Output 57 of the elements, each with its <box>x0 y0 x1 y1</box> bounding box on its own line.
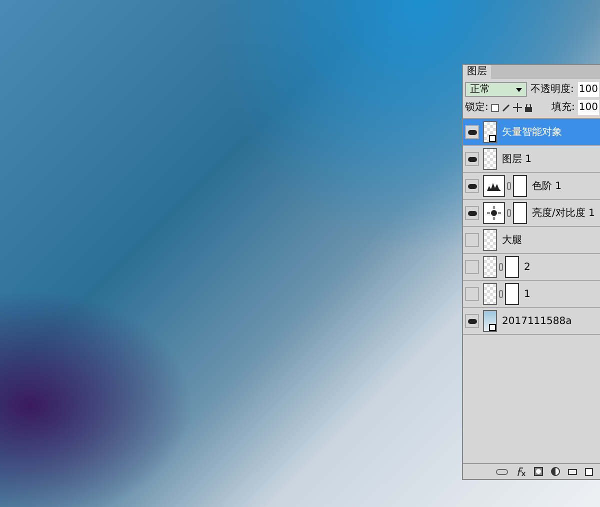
visibility-toggle[interactable] <box>465 260 479 274</box>
mask-thumbnail <box>513 202 527 224</box>
link-icon <box>507 182 511 190</box>
opacity-label: 不透明度: <box>530 82 574 97</box>
lock-transparency-icon[interactable] <box>491 104 500 112</box>
layer-thumbnail <box>483 283 497 305</box>
smart-object-icon <box>489 324 496 331</box>
mask-thumbnail <box>505 256 519 278</box>
brush-icon[interactable] <box>502 104 510 112</box>
smart-object-icon <box>489 135 496 142</box>
layer-name: 1 <box>524 288 530 302</box>
mask-icon[interactable] <box>534 467 543 476</box>
new-layer-icon[interactable] <box>585 468 593 476</box>
layer-name: 色阶 1 <box>532 180 562 194</box>
layer-name: 矢量智能对象 <box>502 126 562 140</box>
layer-row[interactable]: 2017111588a <box>463 308 600 335</box>
lock-icon[interactable] <box>525 104 532 112</box>
blend-mode-dropdown[interactable]: 正常 <box>465 82 527 97</box>
opacity-field[interactable]: 100 <box>578 82 599 97</box>
histogram-icon <box>483 175 505 197</box>
visibility-toggle[interactable] <box>465 233 479 247</box>
layer-row[interactable]: 图层 1 <box>463 146 600 173</box>
layer-row[interactable]: 1 <box>463 281 600 308</box>
adjustment-icon[interactable] <box>551 467 560 476</box>
dropdown-caret-icon <box>516 88 522 92</box>
layer-name: 亮度/对比度 1 <box>532 206 595 220</box>
sun-icon <box>483 202 505 224</box>
fill-field[interactable]: 100 <box>578 100 599 115</box>
eye-icon[interactable] <box>465 179 479 193</box>
link-icon[interactable] <box>496 468 508 474</box>
layer-name: 2017111588a <box>502 314 572 328</box>
layer-thumbnail <box>483 229 497 251</box>
lock-label: 锁定: <box>465 100 488 115</box>
fill-label: 填充: <box>552 100 575 115</box>
layer-thumbnail <box>483 256 497 278</box>
layer-row[interactable]: 大腿 <box>463 227 600 254</box>
move-icon[interactable] <box>513 103 522 112</box>
layer-row[interactable]: 2 <box>463 254 600 281</box>
link-icon <box>507 209 511 217</box>
mask-thumbnail <box>505 283 519 305</box>
folder-icon[interactable] <box>568 468 577 475</box>
mask-thumbnail <box>513 175 527 197</box>
eye-icon[interactable] <box>465 314 479 328</box>
fx-icon[interactable] <box>516 467 526 476</box>
eye-icon[interactable] <box>465 206 479 220</box>
layer-row[interactable]: 亮度/对比度 1 <box>463 200 600 227</box>
layer-name: 大腿 <box>502 234 522 248</box>
eye-icon[interactable] <box>465 152 479 166</box>
layer-name: 图层 1 <box>502 152 532 166</box>
visibility-toggle[interactable] <box>465 287 479 301</box>
eye-icon[interactable] <box>465 125 479 139</box>
layer-row[interactable]: 色阶 1 <box>463 173 600 200</box>
link-icon <box>499 263 503 271</box>
layer-name: 2 <box>524 260 530 274</box>
link-icon <box>499 290 503 298</box>
panel-tab[interactable]: 图层 <box>463 65 491 79</box>
layer-thumbnail <box>483 148 497 170</box>
